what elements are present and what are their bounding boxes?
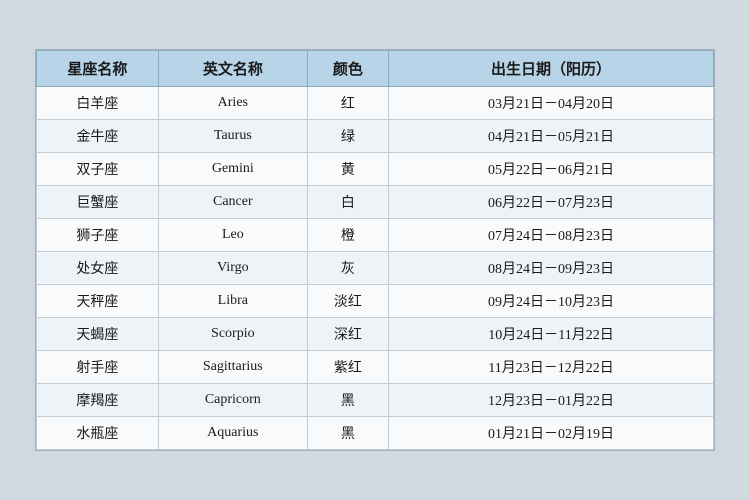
table-row: 水瓶座Aquarius黑01月21日－02月19日: [37, 417, 714, 450]
cell-chinese: 摩羯座: [37, 384, 159, 417]
table-row: 处女座Virgo灰08月24日－09月23日: [37, 252, 714, 285]
table-row: 金牛座Taurus绿04月21日－05月21日: [37, 120, 714, 153]
cell-date: 07月24日－08月23日: [389, 219, 714, 252]
header-chinese: 星座名称: [37, 51, 159, 87]
cell-date: 01月21日－02月19日: [389, 417, 714, 450]
cell-color: 红: [307, 87, 388, 120]
cell-chinese: 处女座: [37, 252, 159, 285]
cell-chinese: 白羊座: [37, 87, 159, 120]
cell-date: 10月24日－11月22日: [389, 318, 714, 351]
table-row: 摩羯座Capricorn黑12月23日－01月22日: [37, 384, 714, 417]
cell-color: 黄: [307, 153, 388, 186]
zodiac-table: 星座名称 英文名称 颜色 出生日期（阳历） 白羊座Aries红03月21日－04…: [36, 50, 714, 450]
cell-english: Scorpio: [158, 318, 307, 351]
cell-chinese: 金牛座: [37, 120, 159, 153]
cell-english: Capricorn: [158, 384, 307, 417]
table-row: 天蝎座Scorpio深红10月24日－11月22日: [37, 318, 714, 351]
cell-chinese: 狮子座: [37, 219, 159, 252]
cell-color: 白: [307, 186, 388, 219]
table-row: 白羊座Aries红03月21日－04月20日: [37, 87, 714, 120]
table-row: 巨蟹座Cancer白06月22日－07月23日: [37, 186, 714, 219]
cell-date: 05月22日－06月21日: [389, 153, 714, 186]
cell-english: Sagittarius: [158, 351, 307, 384]
cell-chinese: 射手座: [37, 351, 159, 384]
cell-date: 03月21日－04月20日: [389, 87, 714, 120]
cell-date: 06月22日－07月23日: [389, 186, 714, 219]
cell-color: 橙: [307, 219, 388, 252]
cell-date: 08月24日－09月23日: [389, 252, 714, 285]
cell-color: 淡红: [307, 285, 388, 318]
cell-chinese: 天秤座: [37, 285, 159, 318]
header-english: 英文名称: [158, 51, 307, 87]
table-row: 天秤座Libra淡红09月24日－10月23日: [37, 285, 714, 318]
table-row: 双子座Gemini黄05月22日－06月21日: [37, 153, 714, 186]
header-date: 出生日期（阳历）: [389, 51, 714, 87]
cell-color: 绿: [307, 120, 388, 153]
cell-english: Gemini: [158, 153, 307, 186]
cell-chinese: 双子座: [37, 153, 159, 186]
cell-date: 04月21日－05月21日: [389, 120, 714, 153]
cell-color: 紫红: [307, 351, 388, 384]
table-row: 射手座Sagittarius紫红11月23日－12月22日: [37, 351, 714, 384]
cell-date: 09月24日－10月23日: [389, 285, 714, 318]
cell-english: Libra: [158, 285, 307, 318]
zodiac-table-container: 星座名称 英文名称 颜色 出生日期（阳历） 白羊座Aries红03月21日－04…: [35, 49, 715, 451]
cell-english: Taurus: [158, 120, 307, 153]
cell-date: 12月23日－01月22日: [389, 384, 714, 417]
header-color: 颜色: [307, 51, 388, 87]
cell-english: Virgo: [158, 252, 307, 285]
cell-date: 11月23日－12月22日: [389, 351, 714, 384]
cell-english: Aquarius: [158, 417, 307, 450]
cell-chinese: 天蝎座: [37, 318, 159, 351]
cell-chinese: 水瓶座: [37, 417, 159, 450]
table-header-row: 星座名称 英文名称 颜色 出生日期（阳历）: [37, 51, 714, 87]
cell-color: 黑: [307, 384, 388, 417]
cell-english: Leo: [158, 219, 307, 252]
cell-color: 黑: [307, 417, 388, 450]
cell-english: Aries: [158, 87, 307, 120]
cell-english: Cancer: [158, 186, 307, 219]
cell-color: 深红: [307, 318, 388, 351]
cell-chinese: 巨蟹座: [37, 186, 159, 219]
table-row: 狮子座Leo橙07月24日－08月23日: [37, 219, 714, 252]
cell-color: 灰: [307, 252, 388, 285]
